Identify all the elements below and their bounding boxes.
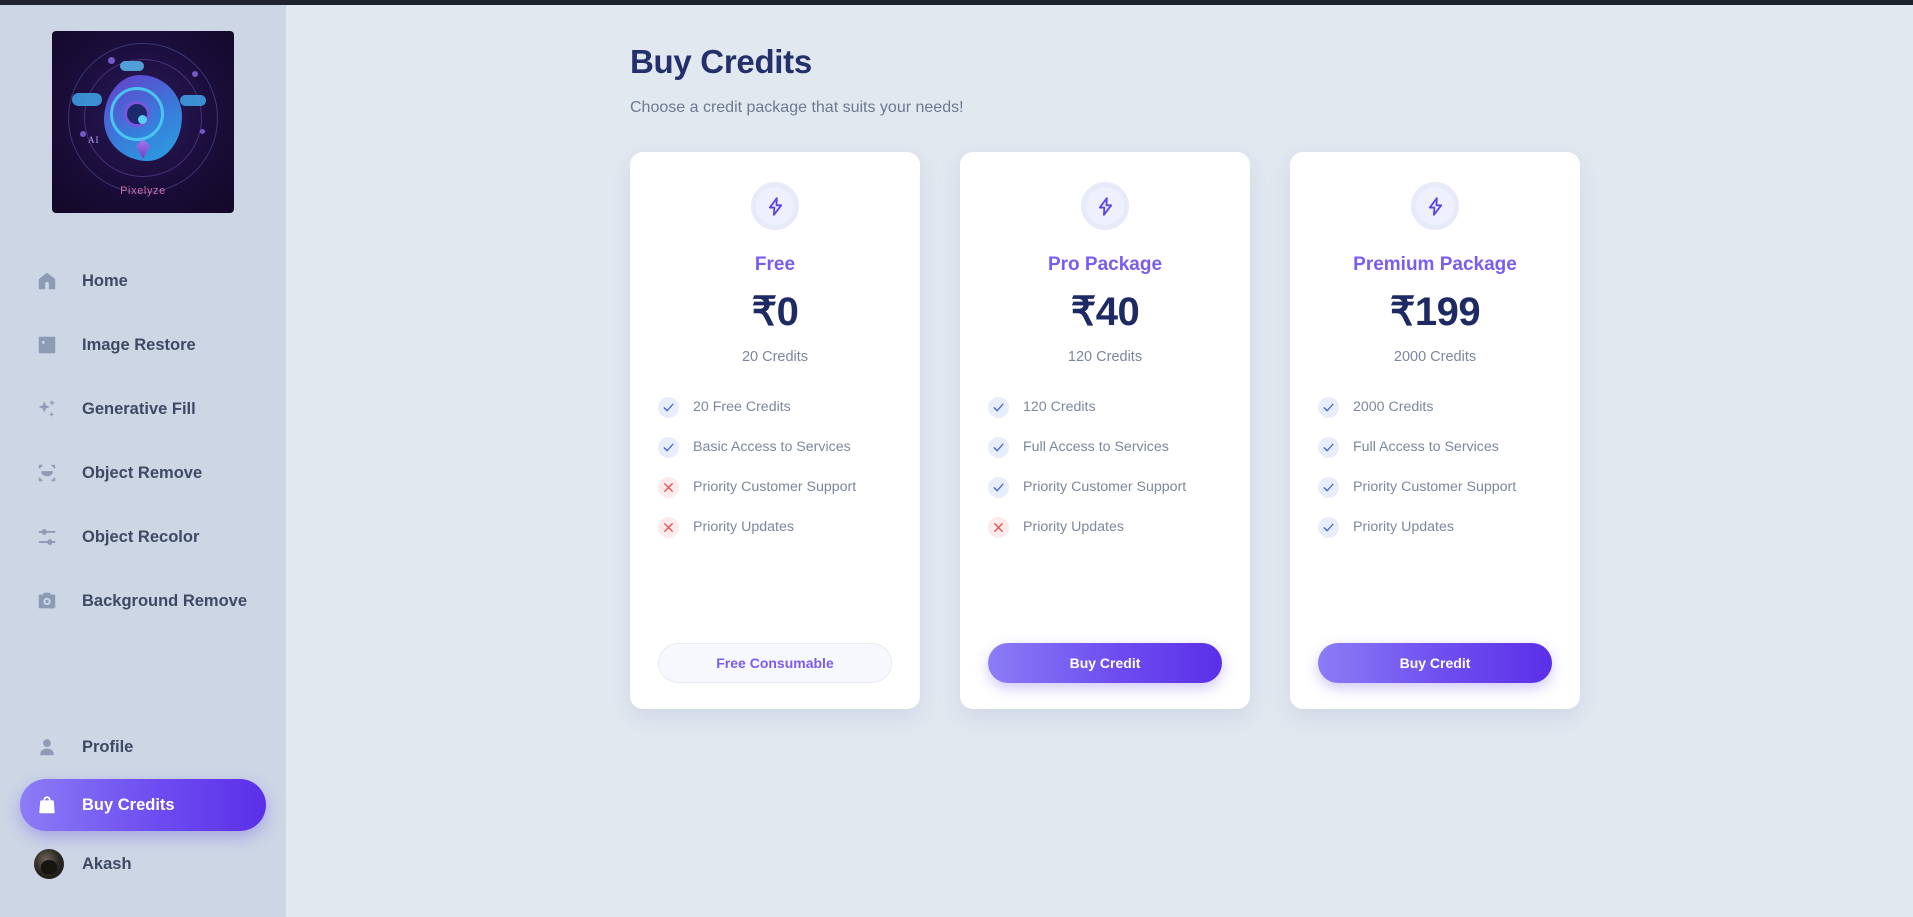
feature-item: Full Access to Services: [1318, 437, 1552, 458]
feature-item: 20 Free Credits: [658, 397, 892, 418]
sidebar-item-label: Profile: [82, 737, 134, 756]
sidebar: AI Pixelyze Home Image Restore Generativ…: [0, 5, 286, 917]
feature-item: Basic Access to Services: [658, 437, 892, 458]
plan-name: Premium Package: [1353, 254, 1517, 275]
sidebar-item-label: Object Remove: [82, 463, 203, 482]
feature-text: 120 Credits: [1023, 398, 1096, 415]
cross-icon: [658, 517, 679, 538]
feature-item: Full Access to Services: [988, 437, 1222, 458]
user-name: Akash: [82, 854, 132, 873]
feature-text: Priority Updates: [693, 518, 794, 535]
image-icon: [36, 334, 58, 356]
lightning-bolt-icon: [1411, 182, 1459, 230]
sidebar-item-home[interactable]: Home: [0, 249, 286, 313]
pricing-cards: Free ₹0 20 Credits 20 Free Credits Basic…: [630, 152, 1913, 709]
check-icon: [1318, 477, 1339, 498]
plan-price: ₹199: [1389, 290, 1481, 334]
sidebar-item-label: Buy Credits: [82, 795, 175, 814]
feature-item: 120 Credits: [988, 397, 1222, 418]
check-icon: [658, 397, 679, 418]
sidebar-item-object-recolor[interactable]: Object Recolor: [0, 505, 286, 569]
logo-brand-text: Pixelyze: [120, 185, 166, 197]
free-consumable-button[interactable]: Free Consumable: [658, 643, 892, 683]
shopping-bag-icon: [36, 794, 58, 816]
main-content: Buy Credits Choose a credit package that…: [286, 5, 1913, 917]
feature-text: Priority Updates: [1353, 518, 1454, 535]
plan-credits: 2000 Credits: [1393, 349, 1477, 365]
feature-item: Priority Customer Support: [988, 477, 1222, 498]
sidebar-item-profile[interactable]: Profile: [0, 715, 286, 779]
feature-text: Basic Access to Services: [693, 438, 851, 455]
feature-text: Priority Customer Support: [1353, 478, 1517, 495]
logo-ai-label: AI: [88, 135, 100, 145]
buy-credit-button[interactable]: Buy Credit: [988, 643, 1222, 683]
feature-list: 120 Credits Full Access to Services Prio…: [988, 397, 1222, 538]
plan-name: Pro Package: [1047, 254, 1163, 275]
sidebar-item-generative-fill[interactable]: Generative Fill: [0, 377, 286, 441]
feature-item: Priority Customer Support: [1318, 477, 1552, 498]
sidebar-item-label: Image Restore: [82, 335, 196, 354]
feature-item: Priority Customer Support: [658, 477, 892, 498]
sparkles-icon: [36, 398, 58, 420]
check-icon: [988, 477, 1009, 498]
sidebar-item-label: Generative Fill: [82, 399, 196, 418]
check-icon: [1318, 517, 1339, 538]
sidebar-item-image-restore[interactable]: Image Restore: [0, 313, 286, 377]
user-icon: [36, 736, 58, 758]
app-root: AI Pixelyze Home Image Restore Generativ…: [0, 5, 1913, 917]
sidebar-item-buy-credits[interactable]: Buy Credits: [20, 779, 266, 831]
page-subtitle: Choose a credit package that suits your …: [630, 99, 964, 116]
check-icon: [1318, 437, 1339, 458]
avatar: [34, 849, 64, 879]
sidebar-item-label: Background Remove: [82, 591, 248, 610]
lightning-bolt-icon: [751, 182, 799, 230]
feature-list: 20 Free Credits Basic Access to Services…: [658, 397, 892, 538]
feature-text: 2000 Credits: [1353, 398, 1434, 415]
check-icon: [658, 437, 679, 458]
check-icon: [988, 397, 1009, 418]
sliders-icon: [36, 526, 58, 548]
sidebar-bottom-section: Profile Buy Credits Akash: [0, 715, 286, 917]
feature-text: Priority Updates: [1023, 518, 1124, 535]
feature-text: Priority Customer Support: [1023, 478, 1187, 495]
sidebar-item-background-remove[interactable]: Background Remove: [0, 569, 286, 633]
scan-object-icon: [36, 462, 58, 484]
sidebar-item-object-remove[interactable]: Object Remove: [0, 441, 286, 505]
check-icon: [988, 437, 1009, 458]
pricing-card-pro: Pro Package ₹40 120 Credits 120 Credits …: [960, 152, 1250, 709]
feature-item: 2000 Credits: [1318, 397, 1552, 418]
pricing-card-premium: Premium Package ₹199 2000 Credits 2000 C…: [1290, 152, 1580, 709]
camera-icon: [36, 590, 58, 612]
user-account-row[interactable]: Akash: [0, 831, 286, 897]
sidebar-item-label: Object Recolor: [82, 527, 200, 546]
logo-container[interactable]: AI Pixelyze: [0, 31, 286, 213]
feature-list: 2000 Credits Full Access to Services Pri…: [1318, 397, 1552, 538]
buy-credit-button[interactable]: Buy Credit: [1318, 643, 1552, 683]
check-icon: [1318, 397, 1339, 418]
plan-credits: 120 Credits: [1067, 349, 1143, 365]
feature-item: Priority Updates: [1318, 517, 1552, 538]
cross-icon: [988, 517, 1009, 538]
feature-text: Full Access to Services: [1353, 438, 1499, 455]
plan-price: ₹0: [751, 290, 799, 334]
lightning-bolt-icon: [1081, 182, 1129, 230]
feature-item: Priority Updates: [988, 517, 1222, 538]
home-icon: [36, 270, 58, 292]
page-title: Buy Credits: [630, 43, 812, 80]
feature-item: Priority Updates: [658, 517, 892, 538]
ai-brain-logo: AI Pixelyze: [52, 31, 234, 213]
main-navigation: Home Image Restore Generative Fill Objec…: [0, 249, 286, 633]
plan-credits: 20 Credits: [741, 349, 809, 365]
plan-name: Free: [754, 254, 796, 275]
sidebar-item-label: Home: [82, 271, 128, 290]
feature-text: Full Access to Services: [1023, 438, 1169, 455]
plan-price: ₹40: [1070, 290, 1140, 334]
feature-text: 20 Free Credits: [693, 398, 791, 415]
feature-text: Priority Customer Support: [693, 478, 857, 495]
cross-icon: [658, 477, 679, 498]
pricing-card-free: Free ₹0 20 Credits 20 Free Credits Basic…: [630, 152, 920, 709]
